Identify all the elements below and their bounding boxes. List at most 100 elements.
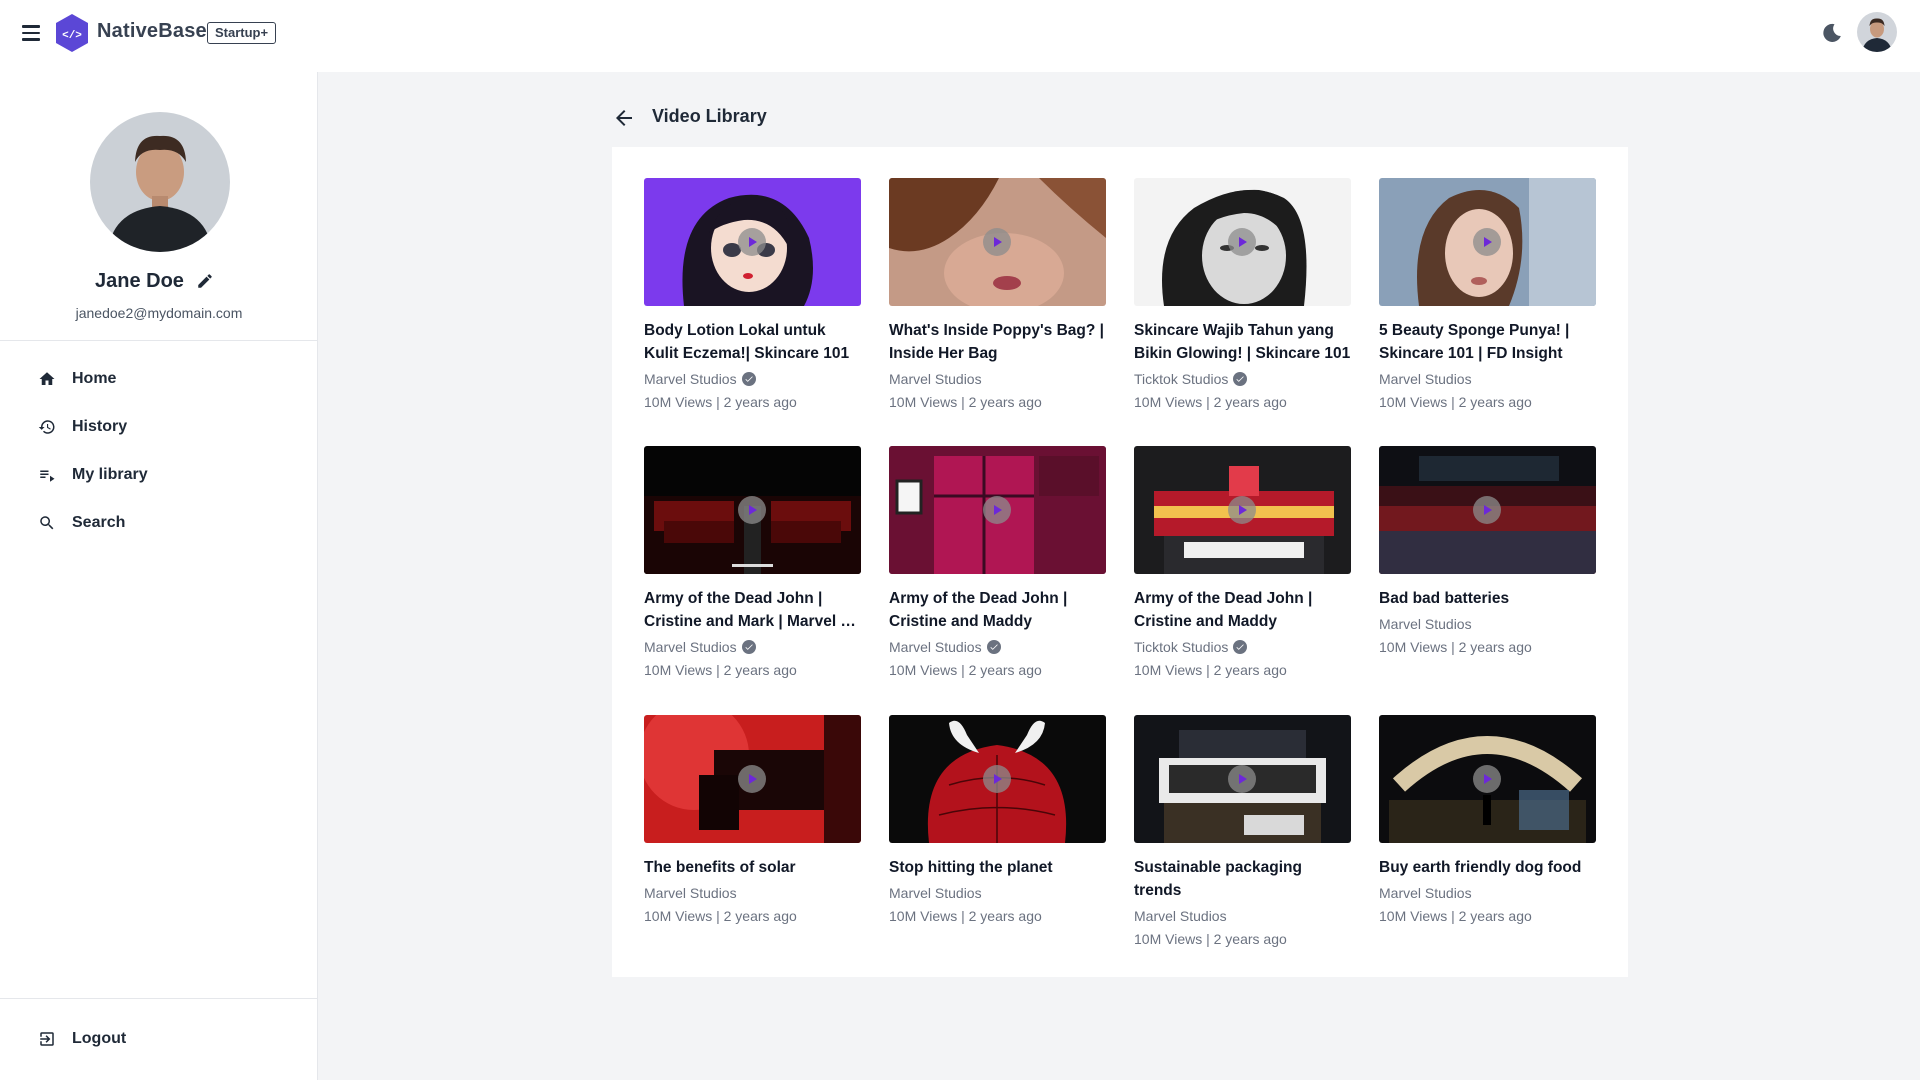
video-thumbnail[interactable] bbox=[889, 446, 1106, 574]
channel-name[interactable]: Marvel Studios bbox=[644, 371, 861, 387]
play-icon bbox=[1228, 765, 1256, 793]
video-meta: 10M Views | 2 years ago bbox=[1379, 908, 1532, 924]
channel-label: Marvel Studios bbox=[1379, 371, 1472, 387]
channel-name[interactable]: Ticktok Studios bbox=[1134, 371, 1351, 387]
edit-icon[interactable] bbox=[196, 272, 214, 290]
play-icon bbox=[738, 496, 766, 524]
play-icon bbox=[1473, 228, 1501, 256]
video-thumbnail[interactable] bbox=[644, 178, 861, 306]
video-title[interactable]: Stop hitting the planet bbox=[889, 856, 1106, 879]
channel-label: Marvel Studios bbox=[1379, 885, 1472, 901]
video-card[interactable]: Sustainable packaging trends Marvel Stud… bbox=[1134, 715, 1351, 947]
video-card[interactable]: 5 Beauty Sponge Punya! | Skincare 101 | … bbox=[1379, 178, 1596, 410]
video-thumbnail[interactable] bbox=[1134, 178, 1351, 306]
play-icon bbox=[738, 765, 766, 793]
video-card[interactable]: Army of the Dead John | Cristine and Mad… bbox=[1134, 446, 1351, 678]
profile-name: Jane Doe bbox=[95, 270, 184, 292]
logout-label: Logout bbox=[72, 1030, 127, 1047]
video-title[interactable]: Army of the Dead John | Cristine and Mad… bbox=[889, 587, 1106, 633]
video-card[interactable]: Army of the Dead John | Cristine and Mad… bbox=[889, 446, 1106, 678]
video-title[interactable]: Army of the Dead John | Cristine and Mad… bbox=[1134, 587, 1351, 633]
video-title[interactable]: 5 Beauty Sponge Punya! | Skincare 101 | … bbox=[1379, 319, 1596, 365]
video-thumbnail[interactable] bbox=[644, 715, 861, 843]
video-thumbnail[interactable] bbox=[644, 446, 861, 574]
back-arrow-icon[interactable] bbox=[612, 106, 636, 130]
video-meta: 10M Views | 2 years ago bbox=[644, 908, 797, 924]
video-card[interactable]: Body Lotion Lokal untuk Kulit Eczema!| S… bbox=[644, 178, 861, 410]
video-meta: 10M Views | 2 years ago bbox=[889, 394, 1042, 410]
video-card[interactable]: What's Inside Poppy's Bag? | Inside Her … bbox=[889, 178, 1106, 410]
video-card[interactable]: Army of the Dead John | Cristine and Mar… bbox=[644, 446, 861, 678]
video-title[interactable]: Body Lotion Lokal untuk Kulit Eczema!| S… bbox=[644, 319, 861, 365]
library-icon bbox=[36, 464, 58, 486]
video-title[interactable]: Sustainable packaging trends bbox=[1134, 856, 1351, 902]
video-meta: 10M Views | 2 years ago bbox=[889, 908, 1042, 924]
channel-name[interactable]: Marvel Studios bbox=[889, 371, 1106, 387]
video-title[interactable]: Army of the Dead John | Cristine and Mar… bbox=[644, 587, 861, 633]
hamburger-menu-icon[interactable] bbox=[22, 22, 44, 44]
verified-icon bbox=[1233, 640, 1248, 654]
video-thumbnail[interactable] bbox=[1379, 178, 1596, 306]
play-icon bbox=[983, 228, 1011, 256]
logout-button[interactable]: Logout bbox=[26, 1021, 296, 1057]
sidebar-item-home[interactable]: Home bbox=[26, 361, 296, 397]
sidebar-item-label: My library bbox=[72, 466, 148, 483]
verified-icon bbox=[986, 640, 1001, 654]
video-title[interactable]: What's Inside Poppy's Bag? | Inside Her … bbox=[889, 319, 1106, 365]
video-card[interactable]: Buy earth friendly dog food Marvel Studi… bbox=[1379, 715, 1596, 924]
user-avatar[interactable] bbox=[1857, 12, 1897, 52]
sidebar-item-search[interactable]: Search bbox=[26, 505, 296, 541]
channel-name[interactable]: Marvel Studios bbox=[1379, 371, 1596, 387]
sidebar-divider bbox=[0, 998, 318, 999]
channel-name[interactable]: Marvel Studios bbox=[644, 885, 861, 901]
logo-icon[interactable]: </> bbox=[54, 13, 90, 53]
video-title[interactable]: The benefits of solar bbox=[644, 856, 861, 879]
channel-label: Ticktok Studios bbox=[1134, 371, 1229, 387]
video-meta: 10M Views | 2 years ago bbox=[1379, 639, 1532, 655]
video-card[interactable]: Skincare Wajib Tahun yang Bikin Glowing!… bbox=[1134, 178, 1351, 410]
video-thumbnail[interactable] bbox=[1134, 715, 1351, 843]
channel-name[interactable]: Marvel Studios bbox=[644, 639, 861, 655]
channel-label: Ticktok Studios bbox=[1134, 639, 1229, 655]
video-card[interactable]: The benefits of solar Marvel Studios 10M… bbox=[644, 715, 861, 924]
channel-name[interactable]: Marvel Studios bbox=[889, 639, 1106, 655]
sidebar-item-label: Home bbox=[72, 370, 117, 387]
logout-icon bbox=[36, 1028, 58, 1050]
sidebar-item-history[interactable]: History bbox=[26, 409, 296, 445]
channel-name[interactable]: Ticktok Studios bbox=[1134, 639, 1351, 655]
play-icon bbox=[983, 765, 1011, 793]
page-title: Video Library bbox=[652, 106, 767, 126]
video-title[interactable]: Bad bad batteries bbox=[1379, 587, 1596, 610]
sidebar-item-label: History bbox=[72, 418, 128, 435]
profile-email: janedoe2@mydomain.com bbox=[75, 305, 243, 321]
search-icon bbox=[36, 512, 58, 534]
channel-label: Marvel Studios bbox=[644, 885, 737, 901]
channel-name[interactable]: Marvel Studios bbox=[1379, 616, 1596, 632]
channel-name[interactable]: Marvel Studios bbox=[1134, 908, 1351, 924]
profile-avatar bbox=[90, 112, 230, 252]
play-icon bbox=[1473, 765, 1501, 793]
channel-label: Marvel Studios bbox=[644, 639, 737, 655]
play-icon bbox=[1473, 496, 1501, 524]
video-card[interactable]: Stop hitting the planet Marvel Studios 1… bbox=[889, 715, 1106, 924]
sidebar-item-my-library[interactable]: My library bbox=[26, 457, 296, 493]
video-thumbnail[interactable] bbox=[1379, 446, 1596, 574]
channel-name[interactable]: Marvel Studios bbox=[889, 885, 1106, 901]
channel-label: Marvel Studios bbox=[889, 639, 982, 655]
brand-name[interactable]: NativeBase bbox=[97, 20, 207, 43]
video-thumbnail[interactable] bbox=[889, 715, 1106, 843]
sidebar-item-label: Search bbox=[72, 514, 126, 531]
video-thumbnail[interactable] bbox=[1379, 715, 1596, 843]
video-card[interactable]: Bad bad batteries Marvel Studios 10M Vie… bbox=[1379, 446, 1596, 655]
channel-label: Marvel Studios bbox=[644, 371, 737, 387]
play-icon bbox=[983, 496, 1011, 524]
video-title[interactable]: Buy earth friendly dog food bbox=[1379, 856, 1596, 879]
video-thumbnail[interactable] bbox=[1134, 446, 1351, 574]
channel-name[interactable]: Marvel Studios bbox=[1379, 885, 1596, 901]
video-title[interactable]: Skincare Wajib Tahun yang Bikin Glowing!… bbox=[1134, 319, 1351, 365]
moon-icon[interactable] bbox=[1820, 21, 1844, 45]
video-thumbnail[interactable] bbox=[889, 178, 1106, 306]
history-icon bbox=[36, 416, 58, 438]
video-meta: 10M Views | 2 years ago bbox=[644, 394, 797, 410]
sidebar-divider bbox=[0, 340, 318, 341]
